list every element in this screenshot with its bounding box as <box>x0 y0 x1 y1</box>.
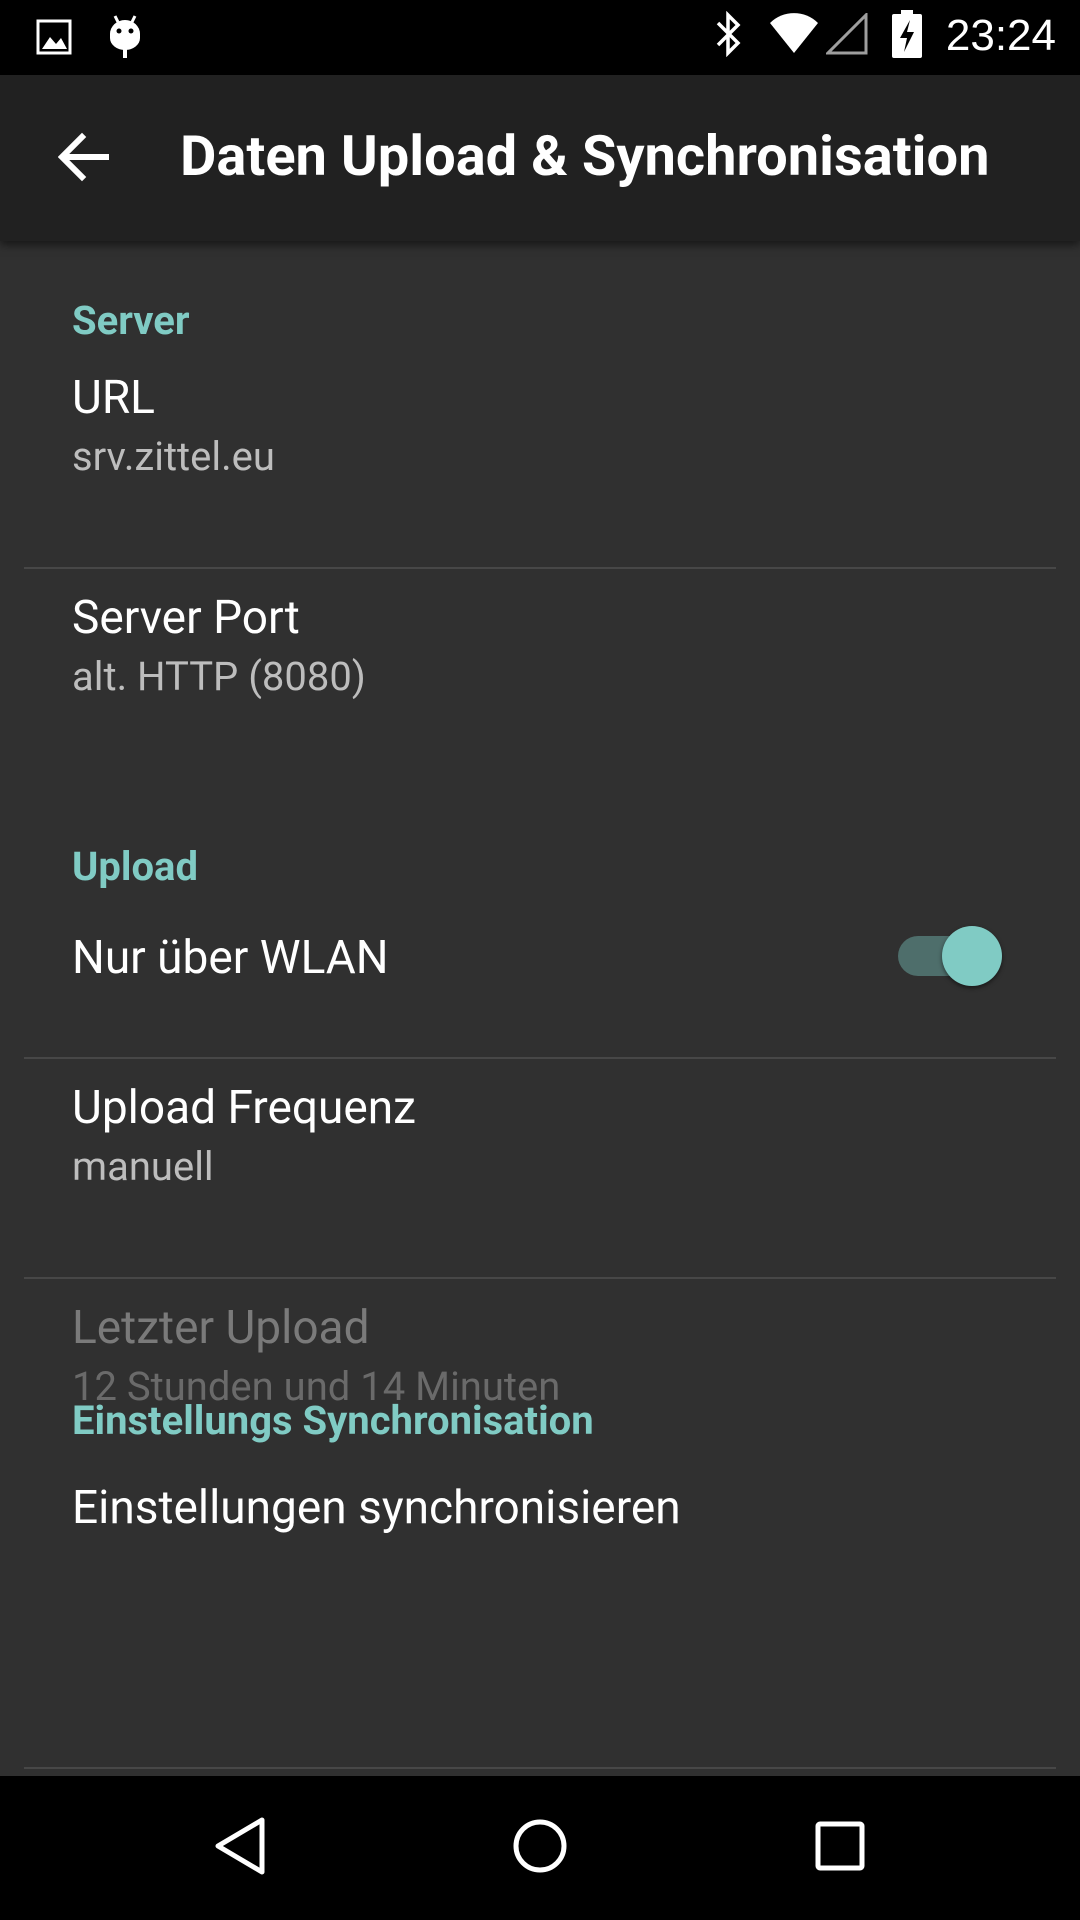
divider <box>24 1057 1056 1059</box>
category-header-server: Server <box>72 297 190 344</box>
back-button[interactable] <box>40 115 128 203</box>
pref-upload-frequency[interactable]: Upload Frequenz manuell <box>0 1081 1080 1221</box>
pref-title: Server Port <box>72 591 300 645</box>
divider <box>24 567 1056 569</box>
switch-thumb <box>942 926 1002 986</box>
android-debug-icon <box>107 14 143 64</box>
status-bar: 23:24 <box>0 0 1080 75</box>
page-title: Daten Upload & Synchronisation <box>180 123 990 189</box>
pref-title: Einstellungen synchronisieren <box>72 1481 681 1535</box>
pref-summary: srv.zittel.eu <box>72 433 275 480</box>
navigation-bar <box>0 1776 1080 1920</box>
pref-sync-settings[interactable]: Einstellungen synchronisieren <box>0 1481 1080 1591</box>
arrow-back-icon <box>57 131 110 187</box>
pref-wifi-only[interactable]: Nur über WLAN <box>0 926 1080 1041</box>
pref-url[interactable]: URL srv.zittel.eu <box>0 371 1080 511</box>
wifi-icon <box>768 13 820 59</box>
pref-title: Letzter Upload <box>72 1301 370 1355</box>
pref-title: URL <box>72 371 155 425</box>
image-notification-icon <box>36 19 72 59</box>
cell-signal-icon <box>824 11 868 59</box>
nav-recents-button[interactable] <box>800 1808 880 1888</box>
pref-title: Upload Frequenz <box>72 1081 416 1135</box>
divider <box>24 1767 1056 1769</box>
pref-server-port[interactable]: Server Port alt. HTTP (8080) <box>0 591 1080 731</box>
category-header-settings-sync: Einstellungs Synchronisation <box>72 1397 594 1444</box>
recents-square-icon <box>814 1820 866 1876</box>
status-left-icons <box>36 14 143 64</box>
status-time: 23:24 <box>945 11 1056 60</box>
preferences-list: Server URL srv.zittel.eu Server Port alt… <box>0 241 1080 1776</box>
divider <box>24 1277 1056 1279</box>
pref-title: Nur über WLAN <box>72 931 389 985</box>
home-circle-icon <box>512 1818 568 1878</box>
pref-summary: alt. HTTP (8080) <box>72 653 366 700</box>
status-right-icons: 23:24 <box>714 10 1056 62</box>
pref-summary: manuell <box>72 1143 214 1190</box>
wifi-only-switch[interactable] <box>898 926 1002 986</box>
back-triangle-icon <box>212 1816 268 1880</box>
bluetooth-icon <box>714 10 744 61</box>
app-toolbar: Daten Upload & Synchronisation <box>0 75 1080 241</box>
category-header-upload: Upload <box>72 843 198 890</box>
battery-charging-icon <box>891 10 922 62</box>
nav-home-button[interactable] <box>500 1808 580 1888</box>
nav-back-button[interactable] <box>200 1808 280 1888</box>
